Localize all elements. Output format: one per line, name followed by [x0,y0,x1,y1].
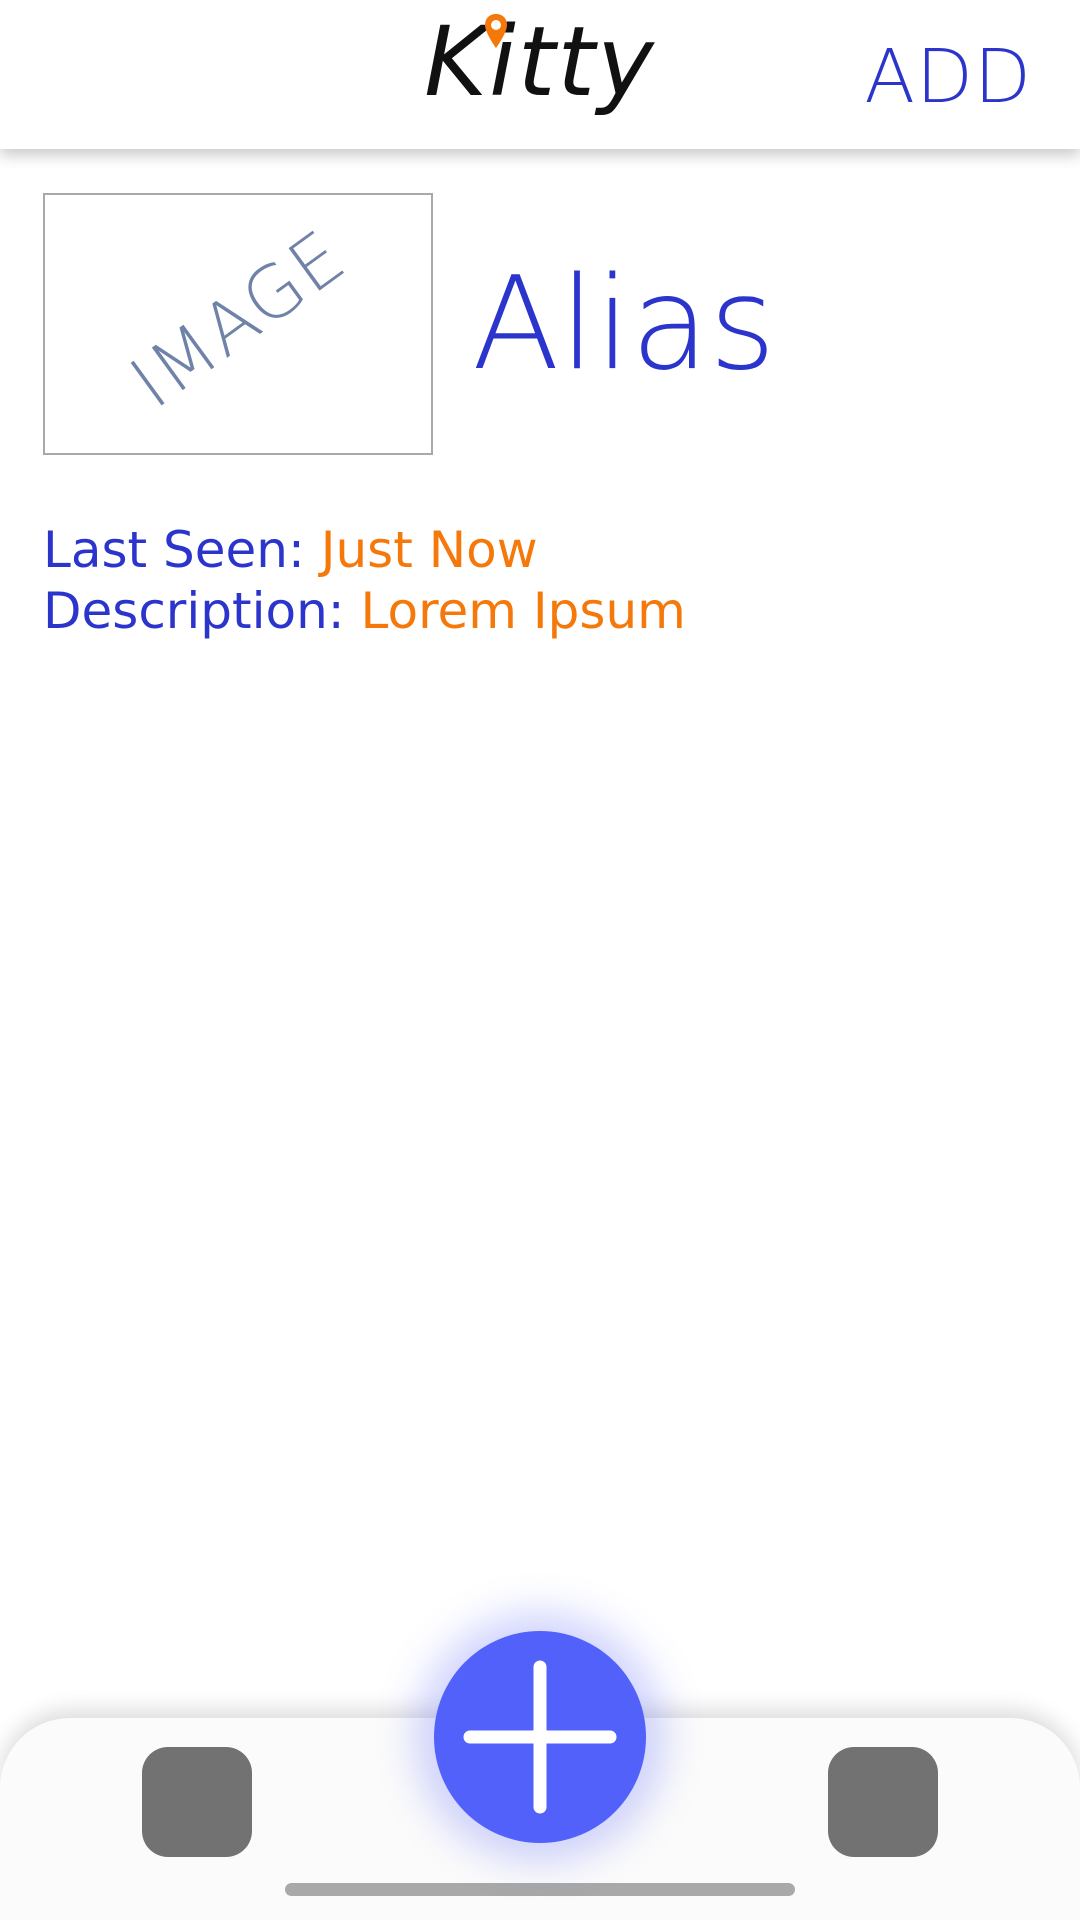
cat-alias: Alias [472,250,776,399]
plus-icon [463,1660,617,1814]
last-seen-row: Last Seen: Just Now [43,520,686,581]
app-screen: Kitty ADD IMAGE Alias Last Seen: Just No… [0,0,1080,1920]
app-logo: Kitty [405,0,675,145]
add-button[interactable]: ADD [864,34,1032,120]
description-value: Lorem Ipsum [360,582,686,640]
tab-right-square-icon[interactable] [828,1747,938,1857]
cat-image-placeholder[interactable]: IMAGE [43,193,433,455]
cat-info: Last Seen: Just Now Description: Lorem I… [43,520,686,642]
location-pin-icon [485,14,507,48]
add-fab-button[interactable] [434,1631,646,1843]
image-placeholder-label: IMAGE [115,213,361,425]
last-seen-value: Just Now [320,521,538,579]
description-label: Description: [43,582,361,640]
last-seen-label: Last Seen: [43,521,321,579]
home-indicator[interactable] [285,1883,795,1896]
description-row: Description: Lorem Ipsum [43,581,686,642]
app-logo-text: Kitty [424,6,656,118]
app-header: Kitty ADD [0,0,1080,149]
tab-left-square-icon[interactable] [142,1747,252,1857]
